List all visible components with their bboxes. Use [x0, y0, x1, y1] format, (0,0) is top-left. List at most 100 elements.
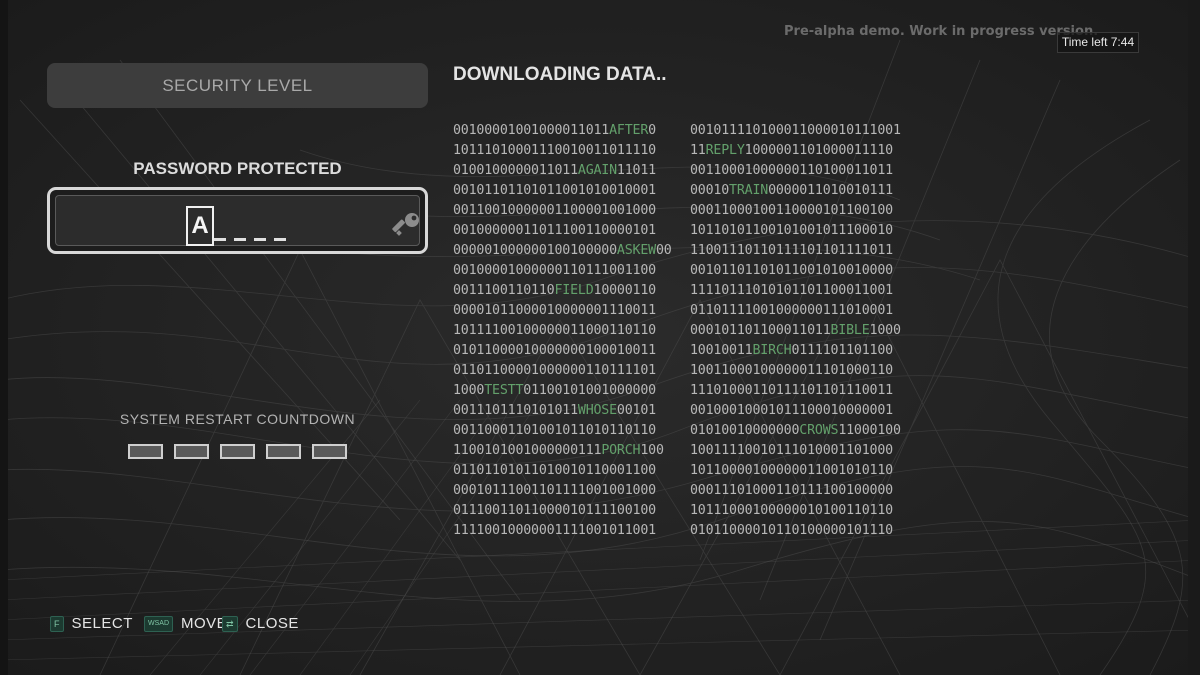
binary-digits: 00010111001101111001001000 — [453, 483, 656, 498]
binary-digits: 11101000110111101101110011 — [690, 383, 893, 398]
binary-line: 10011000100000011101000110 — [690, 361, 901, 381]
password-slot[interactable] — [214, 238, 226, 241]
binary-line: 00100000011011100110000101 — [453, 221, 672, 241]
binary-digits: 00011000100110000101100100 — [690, 203, 893, 218]
binary-line: 001011110100011000010111001 — [690, 121, 901, 141]
hidden-word[interactable]: WHOSE — [578, 403, 617, 418]
binary-digits: 00 — [655, 243, 672, 258]
hidden-word[interactable]: REPLY — [706, 143, 745, 158]
binary-line: 1100101001000000111PORCH100 — [453, 441, 672, 461]
binary-digits: 01011000010000000100010011 — [453, 343, 656, 358]
binary-line: 00010TRAIN0000011010010111 — [690, 181, 901, 201]
binary-digits: 0011100110110 — [453, 283, 555, 298]
hint-select: F SELECT — [50, 615, 133, 633]
password-slot[interactable] — [234, 238, 246, 241]
binary-digits: 10111010001110010011011110 — [453, 143, 656, 158]
binary-line: 00101101101011001010010000 — [690, 261, 901, 281]
binary-digits: 01101100001000000110111101 — [453, 363, 656, 378]
binary-digits: 01101101011010010110001100 — [453, 463, 656, 478]
binary-line: 01101101011010010110001100 — [453, 461, 672, 481]
binary-digits: 01110011011000010111100100 — [453, 503, 656, 518]
binary-line: 00110001101001011010110110 — [453, 421, 672, 441]
binary-digits: 00100010001011100010000001 — [690, 403, 893, 418]
binary-digits: 11011 — [616, 163, 656, 178]
hidden-word[interactable]: ASKEW — [617, 243, 656, 258]
hidden-word[interactable]: FIELD — [554, 283, 593, 298]
key-swap-icon: ⇄ — [222, 616, 238, 633]
binary-line: 00101101101011001010010001 — [453, 181, 672, 201]
binary-digits: 10110000100000011001010110 — [690, 463, 893, 478]
countdown-segment — [312, 444, 347, 459]
binary-digits: 00110001000000110100011011 — [690, 163, 893, 178]
binary-digits: 11 — [690, 143, 706, 158]
binary-digits: 11110010000001111001011001 — [453, 523, 656, 538]
hidden-word[interactable]: TESTT — [484, 383, 523, 398]
binary-line: 11110010000001111001011001 — [453, 521, 672, 541]
binary-digits: 10011110010111010001101000 — [690, 443, 893, 458]
binary-line: 11REPLY1000001101000011110 — [690, 141, 901, 161]
binary-column-right: 001011110100011000010111001 11REPLY100000… — [690, 121, 901, 541]
system-restart-countdown-label: SYSTEM RESTART COUNTDOWN — [119, 411, 356, 427]
binary-digits: 00101 — [616, 403, 656, 418]
hint-select-label: SELECT — [71, 615, 133, 633]
password-char-selected[interactable]: A — [186, 206, 214, 246]
password-protected-title: PASSWORD PROTECTED — [133, 159, 342, 178]
binary-line: 11110111010101101100011001 — [690, 281, 901, 301]
hint-move-label: MOVE — [181, 615, 228, 633]
frame-edge-right — [1188, 0, 1200, 675]
binary-digits: 11110111010101101100011001 — [690, 283, 893, 298]
password-slot[interactable] — [274, 238, 286, 241]
hidden-word[interactable]: BIRCH — [752, 343, 791, 358]
hidden-word[interactable]: TRAIN — [729, 183, 768, 198]
binary-digits: 01011000010110100000101110 — [690, 523, 893, 538]
downloading-data-title: DOWNLOADING DATA.. — [453, 64, 667, 85]
countdown-segment — [128, 444, 163, 459]
time-left-badge: Time left 7:44 — [1057, 32, 1139, 53]
password-slot[interactable] — [254, 238, 266, 241]
binary-digits: 0100100000011011 — [453, 163, 578, 178]
binary-digits: 00010 — [690, 183, 730, 198]
binary-digits: 01100101001000000 — [523, 383, 656, 398]
key-f-icon: F — [50, 616, 64, 633]
hint-close: ⇄ CLOSE — [222, 615, 299, 633]
hidden-word[interactable]: BIBLE — [831, 323, 870, 338]
binary-line: 01101111001000000111010001 — [690, 301, 901, 321]
binary-digits: 10111000100000010100110110 — [690, 503, 893, 518]
binary-digits: 00100000011011100110000101 — [453, 223, 656, 238]
hint-close-label: CLOSE — [245, 615, 299, 633]
prealpha-watermark: Pre-alpha demo. Work in progress version… — [784, 24, 1099, 39]
binary-line: 00110001000000110100011011 — [690, 161, 901, 181]
binary-digits: 11000100 — [838, 423, 901, 438]
binary-line: 10110101100101001011100010 — [690, 221, 901, 241]
binary-line: 01011000010110100000101110 — [690, 521, 901, 541]
frame-edge-left — [0, 0, 8, 675]
binary-digits: 000001000000100100000 — [453, 243, 617, 258]
binary-line: 00010111001101111001001000 — [453, 481, 672, 501]
binary-digits: 00101111010001100001011100 — [690, 123, 893, 138]
binary-digits: 10110101100101001011100010 — [690, 223, 893, 238]
binary-column-left: 00100001001000011011AFTER0 10111010001110… — [453, 121, 672, 541]
hidden-word[interactable]: PORCH — [601, 443, 640, 458]
binary-digits: 1000 — [869, 323, 901, 338]
binary-line: 0011101110101011WHOSE00101 — [453, 401, 672, 421]
binary-digits: 01101111001000000111010001 — [690, 303, 893, 318]
binary-line: 0011100110110FIELD10000110 — [453, 281, 672, 301]
binary-line: 10111000100000010100110110 — [690, 501, 901, 521]
binary-line: 0100100000011011AGAIN11011 — [453, 161, 672, 181]
binary-line: 01010010000000CROWS11000100 — [690, 421, 901, 441]
binary-line: 11001110110111101101111011 — [690, 241, 901, 261]
password-input-box[interactable]: A — [47, 187, 428, 254]
hidden-word[interactable]: AFTER — [609, 123, 648, 138]
binary-line: 00100001000000110111001100 — [453, 261, 672, 281]
binary-digits: 11001110110111101101111011 — [690, 243, 893, 258]
binary-digits: 0 — [648, 123, 656, 138]
binary-digits: 00110010000001100001001000 — [453, 203, 656, 218]
binary-digits: 1100101001000000111 — [453, 443, 602, 458]
binary-line: 00001011000010000001110011 — [453, 301, 672, 321]
binary-digits: 000101101100011011 — [690, 323, 831, 338]
hidden-word[interactable]: AGAIN — [578, 163, 617, 178]
binary-line: 01110011011000010111100100 — [453, 501, 672, 521]
hidden-word[interactable]: CROWS — [799, 423, 838, 438]
binary-digits: 00100001000000110111001100 — [453, 263, 656, 278]
countdown-segment — [266, 444, 301, 459]
